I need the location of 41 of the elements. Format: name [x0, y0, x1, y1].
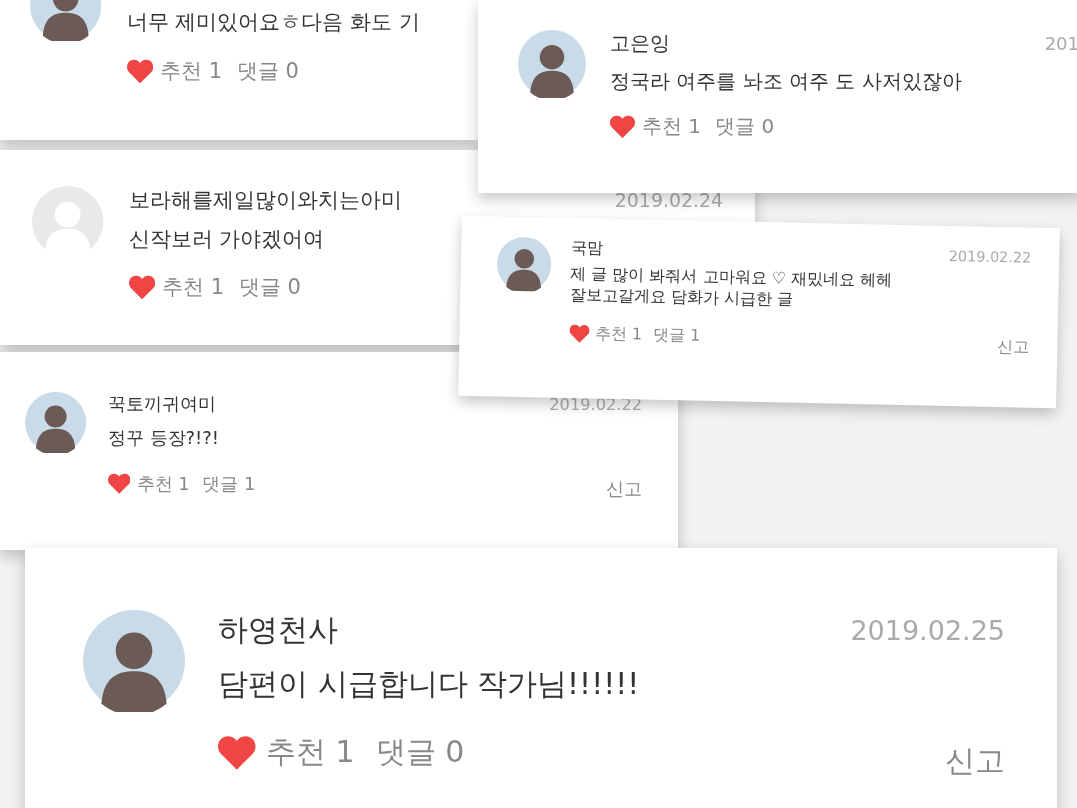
reply-count[interactable]: 댓글 0 — [238, 272, 301, 301]
comment-date: 2019.02.22 — [549, 395, 642, 414]
reply-count[interactable]: 댓글 0 — [236, 57, 299, 86]
heart-icon[interactable] — [128, 274, 155, 299]
user-name: 꾹토끼귀여미 — [107, 392, 216, 416]
comment-text: 너무 제미있어요ㅎ다음 화도 기 — [126, 9, 420, 36]
report-link[interactable]: 신고 — [945, 741, 1005, 782]
avatar-icon — [518, 30, 586, 98]
heart-icon[interactable] — [107, 473, 131, 495]
reply-count[interactable]: 댓글 0 — [375, 732, 465, 773]
like-count: 추천 1 — [642, 113, 702, 140]
comment-date: 2019.02.25 — [850, 615, 1005, 646]
report-link[interactable]: 신고 — [606, 477, 642, 502]
avatar-icon — [496, 236, 552, 293]
heart-icon[interactable] — [126, 59, 153, 84]
like-count: 추천 1 — [162, 273, 225, 301]
comment-text: 정국라 여주를 놔조 여주 도 사저있잖아 — [610, 68, 962, 95]
user-name: 보라해를제일많이와치는아미 — [128, 187, 402, 214]
comment-text: 정꾸 등장?!?! — [107, 426, 220, 450]
user-name: 하영천사 — [218, 611, 338, 649]
like-count: 추천 1 — [136, 471, 190, 496]
heart-icon[interactable] — [568, 324, 590, 344]
comment-date: 2019.02.22 — [948, 247, 1032, 266]
comment-text: 신작보러 가야겠어여 — [128, 225, 325, 253]
avatar-icon — [25, 392, 87, 454]
user-name: 국맘 — [570, 238, 604, 260]
reply-count[interactable]: 댓글 1 — [202, 471, 256, 496]
reply-count[interactable]: 댓글 0 — [715, 113, 775, 140]
like-count: 추천 1 — [594, 323, 643, 346]
comment-text: 담편이 시급합니다 작가님!!!!!! — [218, 665, 640, 703]
comment-date: 2019.02.24 — [614, 189, 723, 211]
avatar-icon — [83, 610, 185, 712]
heart-icon[interactable] — [610, 115, 635, 138]
comment-date: 201 — [1044, 33, 1077, 54]
comment-text: 제 글 많이 봐줘서 고마워요 ♡ 재밌네요 헤헤 잘보고갈게요 담화가 시급한 글 — [569, 263, 893, 311]
user-name: 고은잉 — [610, 30, 670, 57]
heart-icon[interactable] — [218, 735, 256, 770]
report-link[interactable]: 신고 — [997, 336, 1030, 359]
reply-count[interactable]: 댓글 1 — [652, 324, 701, 347]
like-count: 추천 1 — [160, 58, 223, 86]
like-count: 추천 1 — [266, 733, 355, 771]
